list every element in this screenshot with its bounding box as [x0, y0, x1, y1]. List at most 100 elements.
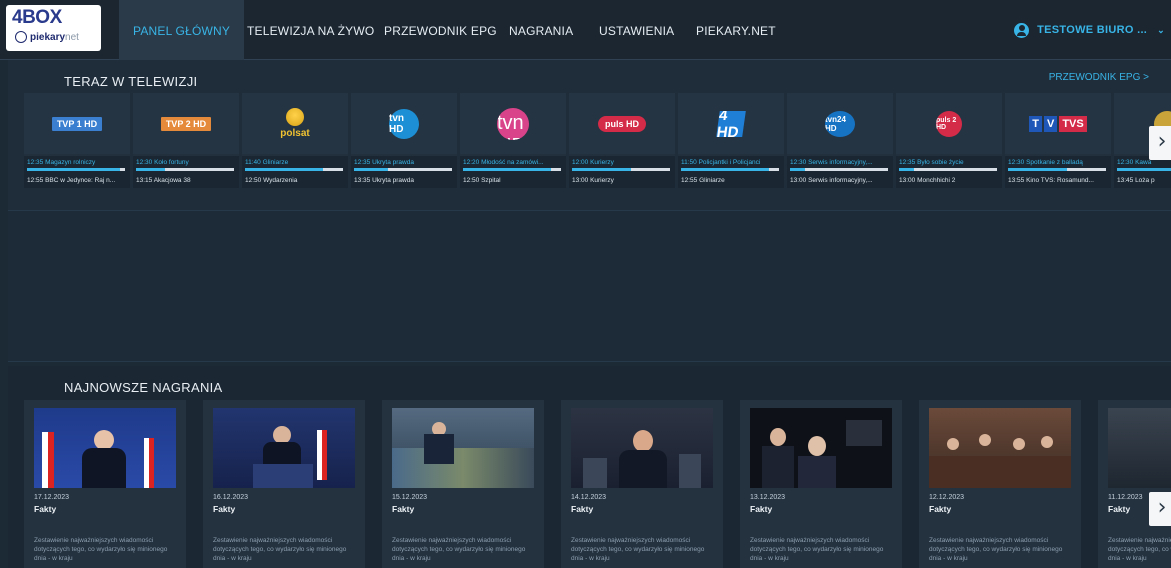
4box-logo[interactable]: 4BOX piekarynet	[6, 5, 101, 51]
recording-thumbnail	[929, 408, 1071, 488]
program-progress-bar	[790, 168, 888, 171]
current-program: 12:20 Młodość na zamówi...	[463, 159, 544, 166]
channel-tile[interactable]: 7 tvn HD 12:20 Młodość na zamówi... 12:5…	[460, 93, 566, 188]
recording-thumbnail	[34, 408, 176, 488]
program-progress-fill	[1008, 168, 1067, 171]
recordings-next-arrow[interactable]: ›	[1149, 492, 1171, 526]
program-progress-fill	[681, 168, 769, 171]
program-progress-fill	[245, 168, 323, 171]
recording-title: Fakty	[213, 504, 236, 514]
recording-thumbnail	[392, 408, 534, 488]
channel-program-info: 12:30 Kawa 13:45 Loża p	[1114, 156, 1171, 188]
channel-tile[interactable]: tvn24 HD 12:30 Serwis informacyjny,... 1…	[787, 93, 893, 188]
recording-description: Zestawienie najważniejszych wiadomości d…	[929, 537, 1063, 562]
recording-date: 15.12.2023	[392, 494, 428, 501]
recording-title: Fakty	[929, 504, 952, 514]
puls-logo-icon: puls HD	[597, 115, 646, 132]
nav-telewizja-na-zywo[interactable]: TELEWIZJA NA ŻYWO	[233, 0, 388, 60]
program-progress-fill	[1117, 168, 1171, 171]
channel-tile[interactable]: puls 2 HD 12:35 Było sobie życie 13:00 M…	[896, 93, 1002, 188]
live-tv-title: TERAZ W TELEWIZJI	[64, 74, 198, 89]
recordings-carousel: 17.12.2023 Fakty Zestawienie najważniejs…	[24, 400, 1171, 568]
next-program: 13:15 Akacjowa 38	[136, 177, 191, 184]
top-navigation-bar: 4BOX piekarynet PANEL GŁÓWNY TELEWIZJA N…	[0, 0, 1171, 60]
piekary-icon	[15, 31, 27, 43]
recording-date: 13.12.2023	[750, 494, 786, 501]
channel-program-info: 12:00 Kurierzy 13:00 Kurierzy	[569, 156, 675, 188]
nav-nagrania[interactable]: NAGRANIA	[495, 0, 587, 60]
recording-card[interactable]: 17.12.2023 Fakty Zestawienie najważniejs…	[24, 400, 186, 568]
program-progress-fill	[463, 168, 551, 171]
channel-tile[interactable]: 4 HD 11:50 Policjantki i Policjanci 12:5…	[678, 93, 784, 188]
channel-program-info: 12:30 Serwis informacyjny,... 13:00 Serw…	[787, 156, 893, 188]
channel-logo: 4 HD	[678, 93, 784, 154]
channel-program-info: 12:30 Spotkanie z balladą 13:55 Kino TVS…	[1005, 156, 1111, 188]
recording-description: Zestawienie najważniejszych wiadomości d…	[1108, 537, 1171, 562]
news-thumbnail-image	[750, 408, 892, 488]
recording-card[interactable]: 16.12.2023 Fakty Zestawienie najważniejs…	[203, 400, 365, 568]
program-progress-fill	[27, 168, 120, 171]
recording-description: Zestawienie najważniejszych wiadomości d…	[34, 537, 168, 562]
next-program: 13:00 Monchhichi 2	[899, 177, 956, 184]
channel-program-info: 11:40 Gliniarze 12:50 Wydarzenia	[242, 156, 348, 188]
channel-logo: tvn HD	[351, 93, 457, 154]
program-progress-bar	[245, 168, 343, 171]
current-program: 12:30 Koło fortuny	[136, 159, 189, 166]
nav-przewodnik-epg[interactable]: PRZEWODNIK EPG	[370, 0, 511, 60]
recording-card[interactable]: 15.12.2023 Fakty Zestawienie najważniejs…	[382, 400, 544, 568]
next-program: 13:45 Loża p	[1117, 177, 1155, 184]
next-program: 13:35 Ukryta prawda	[354, 177, 414, 184]
channel-tile[interactable]: puls HD 12:00 Kurierzy 13:00 Kurierzy	[569, 93, 675, 188]
current-program: 12:30 Serwis informacyjny,...	[790, 159, 873, 166]
recording-description: Zestawienie najważniejszych wiadomości d…	[392, 537, 526, 562]
program-progress-bar	[572, 168, 670, 171]
recording-card[interactable]: 12.12.2023 Fakty Zestawienie najważniejs…	[919, 400, 1081, 568]
nav-ustawienia[interactable]: USTAWIENIA	[585, 0, 688, 60]
recording-title: Fakty	[34, 504, 57, 514]
user-name: TESTOWE BIURO ...	[1037, 24, 1148, 36]
next-program: 13:00 Kurierzy	[572, 177, 614, 184]
recording-description: Zestawienie najważniejszych wiadomości d…	[571, 537, 705, 562]
current-program: 12:35 Ukryta prawda	[354, 159, 414, 166]
channel-tile[interactable]: TVP 1 HD 12:35 Magazyn rolniczy 12:55 BB…	[24, 93, 130, 188]
channel-tile[interactable]: tvn HD 12:35 Ukryta prawda 13:35 Ukryta …	[351, 93, 457, 188]
nav-panel-glowny[interactable]: PANEL GŁÓWNY	[119, 0, 245, 60]
recording-date: 12.12.2023	[929, 494, 965, 501]
current-program: 12:35 Było sobie życie	[899, 159, 964, 166]
tvs-logo-icon: T V TVS	[1029, 115, 1087, 132]
news-thumbnail-image	[392, 408, 534, 488]
channel-tile[interactable]: polsat 11:40 Gliniarze 12:50 Wydarzenia	[242, 93, 348, 188]
recording-date: 16.12.2023	[213, 494, 249, 501]
news-thumbnail-image	[213, 408, 355, 488]
recording-card[interactable]: 13.12.2023 Fakty Zestawienie najważniejs…	[740, 400, 902, 568]
recording-date: 17.12.2023	[34, 494, 70, 501]
program-progress-fill	[354, 168, 388, 171]
tvp2-logo-icon: TVP 2 HD	[160, 116, 212, 131]
channel-program-info: 12:35 Ukryta prawda 13:35 Ukryta prawda	[351, 156, 457, 188]
current-program: 12:35 Magazyn rolniczy	[27, 159, 96, 166]
epg-guide-link[interactable]: PRZEWODNIK EPG >	[1049, 72, 1149, 83]
recording-card[interactable]: 11.12.2023 Fakty Zestawienie najważniejs…	[1098, 400, 1171, 568]
channel-logo: TVP 1 HD	[24, 93, 130, 154]
empty-content-area	[8, 210, 1171, 362]
logo-piekary-text: piekarynet	[30, 32, 79, 43]
recording-card[interactable]: 14.12.2023 Fakty Zestawienie najważniejs…	[561, 400, 723, 568]
channel-program-info: 11:50 Policjantki i Policjanci 12:55 Gli…	[678, 156, 784, 188]
nav-piekary-net[interactable]: PIEKARY.NET	[682, 0, 790, 60]
current-program: 12:30 Spotkanie z balladą	[1008, 159, 1083, 166]
news-thumbnail-image	[571, 408, 713, 488]
next-program: 13:55 Kino TVS: Rosamund...	[1008, 177, 1094, 184]
channel-tile[interactable]: T V TVS 12:30 Spotkanie z balladą 13:55 Ki…	[1005, 93, 1111, 188]
live-tv-section: TERAZ W TELEWIZJI PRZEWODNIK EPG > TVP 1…	[8, 60, 1171, 210]
program-progress-bar	[354, 168, 452, 171]
channel-program-info: 12:35 Było sobie życie 13:00 Monchhichi …	[896, 156, 1002, 188]
channel-logo: TVP 2 HD	[133, 93, 239, 154]
channel-tile[interactable]: TVP 2 HD 12:30 Koło fortuny 13:15 Akacjo…	[133, 93, 239, 188]
channels-next-arrow[interactable]: ›	[1149, 126, 1171, 160]
program-progress-fill	[572, 168, 631, 171]
program-progress-fill	[136, 168, 165, 171]
user-menu[interactable]: TESTOWE BIURO ... ⌄	[1014, 0, 1165, 60]
tvp1-logo-icon: TVP 1 HD	[51, 116, 103, 131]
program-progress-fill	[790, 168, 805, 171]
polsat-logo-icon: polsat	[280, 108, 310, 139]
